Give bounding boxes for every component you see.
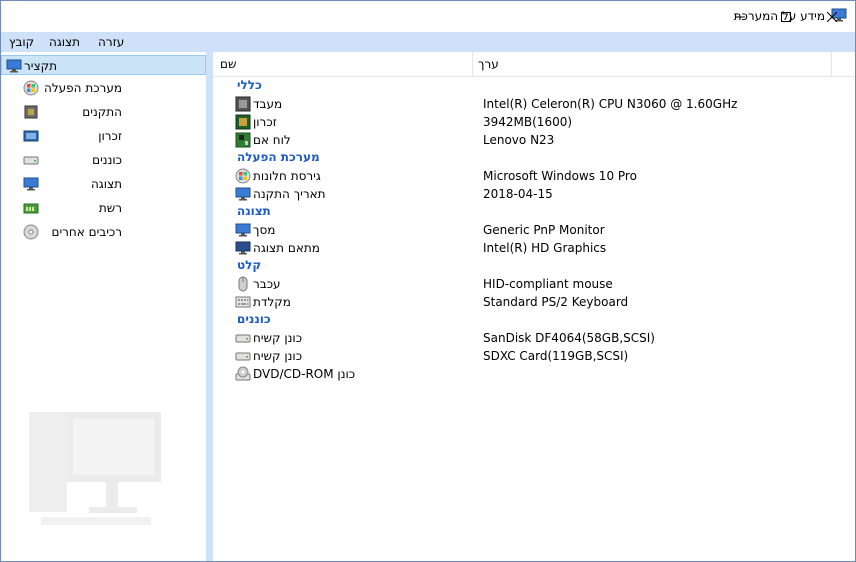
row-name-display-adapter: מתאם תצוגה [253, 241, 320, 255]
cpu-icon [235, 96, 251, 112]
column-value-header[interactable]: ערך [478, 57, 499, 71]
row-name-mouse: עכבר [253, 277, 281, 291]
menu-help[interactable]: עזרה [98, 35, 124, 49]
row-name-hdd1: כונן קשיח [253, 331, 303, 345]
row-value-screen: Generic PnP Monitor [483, 223, 605, 237]
sidebar-item-os[interactable]: מערכת הפעלה [1, 78, 206, 98]
splitter[interactable] [206, 52, 213, 561]
row-name-windows-version: גירסת חלונות [253, 169, 321, 183]
group-display: תצוגה [237, 204, 271, 218]
sidebar-item-summary[interactable]: תקציר [1, 55, 206, 75]
row-value-hdd2: SDXC Card(119GB,SCSI) [483, 349, 629, 363]
network-icon [23, 203, 39, 214]
system-info-window: מידע על המערכת קובץ תצוגה עזרה תקציר מער… [0, 0, 856, 562]
monitor-icon [235, 223, 251, 237]
details-list: שם ערך כללי מעבד Intel(R) Celeron(R) CPU… [213, 52, 854, 561]
sidebar-item-label: התקנים [82, 105, 122, 119]
sidebar-item-memory[interactable]: זכרון [1, 126, 206, 146]
sidebar-item-label: רכיבים אחרים [51, 225, 122, 239]
menu-file[interactable]: קובץ [9, 35, 34, 49]
cd-icon [23, 224, 39, 240]
column-divider[interactable] [472, 52, 473, 76]
row-value-motherboard: Lenovo N23 [483, 133, 555, 147]
group-os: מערכת הפעלה [237, 150, 320, 164]
sidebar-item-label: תקציר [24, 59, 57, 73]
category-sidebar: תקציר מערכת הפעלה התקנים זכרון כוננים תצ… [1, 52, 207, 561]
close-icon [827, 11, 837, 22]
column-divider[interactable] [831, 52, 832, 76]
computer-watermark-icon [29, 412, 161, 525]
row-value-hdd1: SanDisk DF4064(58GB,SCSI) [483, 331, 655, 345]
sidebar-item-drives[interactable]: כוננים [1, 150, 206, 170]
group-input: קלט [237, 258, 262, 272]
column-name-header[interactable]: שם [220, 57, 236, 71]
close-button[interactable] [809, 1, 855, 32]
sidebar-item-network[interactable]: רשת [1, 198, 206, 218]
memory-chip-icon [235, 114, 251, 130]
maximize-icon [781, 11, 791, 22]
maximize-button[interactable] [763, 1, 809, 32]
windows-icon [23, 80, 39, 96]
sidebar-item-label: כוננים [92, 153, 122, 167]
row-name-optical: כונן DVD/CD-ROM [253, 367, 356, 381]
group-drives: כוננים [237, 312, 271, 326]
row-value-windows-version: Microsoft Windows 10 Pro [483, 169, 637, 183]
keyboard-icon [235, 296, 251, 308]
hard-drive-icon [235, 334, 251, 343]
sidebar-item-display[interactable]: תצוגה [1, 174, 206, 194]
motherboard-icon [235, 132, 251, 148]
sidebar-item-devices[interactable]: התקנים [1, 102, 206, 122]
row-value-display-adapter: Intel(R) HD Graphics [483, 241, 607, 255]
column-header: שם ערך [213, 52, 854, 77]
monitor-icon [6, 59, 22, 73]
minimize-button[interactable] [717, 1, 763, 32]
calendar-icon [235, 187, 251, 201]
row-name-keyboard: מקלדת [253, 295, 291, 309]
row-name-cpu: מעבד [253, 97, 283, 111]
sidebar-item-label: תצוגה [90, 177, 122, 191]
memory-icon [23, 130, 39, 142]
sidebar-item-label: מערכת הפעלה [44, 81, 122, 95]
drive-icon [23, 156, 39, 165]
sidebar-item-other[interactable]: רכיבים אחרים [1, 222, 206, 242]
mouse-icon [238, 276, 248, 292]
hard-drive-icon [235, 352, 251, 361]
row-value-keyboard: Standard PS/2 Keyboard [483, 295, 629, 309]
row-name-screen: מסך [253, 223, 276, 237]
row-name-install-date: תאריך התקנה [253, 187, 326, 201]
chip-icon [24, 105, 38, 119]
row-value-cpu: Intel(R) Celeron(R) CPU N3060 @ 1.60GHz [483, 97, 738, 111]
title-bar[interactable]: מידע על המערכת [1, 1, 855, 32]
minimize-icon [735, 16, 745, 17]
sidebar-item-label: רשת [98, 201, 122, 215]
windows-icon [235, 168, 251, 184]
row-value-install-date: 2018-04-15 [483, 187, 553, 201]
group-general: כללי [237, 78, 262, 92]
row-name-hdd2: כונן קשיח [253, 349, 303, 363]
sidebar-item-label: זכרון [98, 129, 122, 143]
row-value-memory: 3942MB(1600) [483, 115, 573, 129]
row-value-mouse: HID-compliant mouse [483, 277, 613, 291]
row-name-motherboard: לוח אם [253, 133, 291, 147]
display-icon [23, 177, 39, 191]
row-name-memory: זכרון [253, 115, 277, 129]
menu-bar: קובץ תצוגה עזרה [1, 32, 855, 52]
display-adapter-icon [235, 241, 251, 255]
menu-view[interactable]: תצוגה [49, 35, 80, 49]
optical-drive-icon [235, 366, 251, 381]
